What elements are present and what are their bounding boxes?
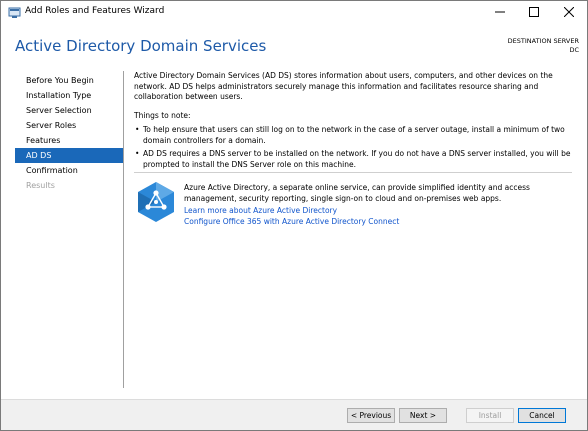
nav-item-confirmation[interactable]: Confirmation: [15, 163, 123, 178]
bullet: •: [135, 125, 140, 134]
azure-text: Azure Active Directory, a separate onlin…: [184, 183, 574, 227]
minimize-button[interactable]: [483, 1, 517, 23]
nav-item-server-selection[interactable]: Server Selection: [15, 103, 123, 118]
next-button[interactable]: Next >: [399, 408, 447, 423]
nav-item-results: Results: [26, 181, 55, 190]
previous-button[interactable]: < Previous: [347, 408, 395, 423]
nav-item-server-roles[interactable]: Server Roles: [15, 118, 123, 133]
nav-item-ad-ds[interactable]: AD DS: [15, 148, 123, 163]
note-text: To help ensure that users can still log …: [143, 125, 565, 145]
note-text: AD DS requires a DNS server to be instal…: [143, 149, 571, 169]
destination-server: DESTINATION SERVER DC: [508, 37, 579, 55]
nav-item-features[interactable]: Features: [15, 133, 123, 148]
notes-list: • To help ensure that users can still log…: [134, 125, 574, 170]
cancel-button[interactable]: Cancel: [518, 408, 566, 423]
maximize-button[interactable]: [517, 1, 551, 23]
install-button: Install: [466, 408, 514, 423]
nav-item-before-you-begin[interactable]: Before You Begin: [15, 73, 123, 88]
azure-active-directory-icon: [138, 182, 174, 222]
note-item: • AD DS requires a DNS server to be insta…: [134, 149, 574, 170]
minimize-icon: [495, 11, 505, 13]
close-icon: [564, 7, 574, 17]
maximize-icon: [529, 7, 539, 17]
intro-text: Active Directory Domain Services (AD DS)…: [134, 71, 553, 101]
azure-ad-panel: Azure Active Directory, a separate onlin…: [137, 181, 577, 231]
title-bar[interactable]: Add Roles and Features Wizard: [1, 1, 587, 25]
nav-divider: [123, 71, 124, 388]
wizard-window: Add Roles and Features Wizard Active Dir…: [0, 0, 588, 431]
page-title: Active Directory Domain Services: [15, 37, 267, 55]
destination-server-name: DC: [569, 46, 579, 54]
note-item: • To help ensure that users can still log…: [134, 125, 574, 146]
configure-office365-link[interactable]: Configure Office 365 with Azure Active D…: [184, 217, 574, 228]
things-to-note-heading: Things to note:: [134, 110, 191, 120]
main-content: Active Directory Domain Services (AD DS)…: [134, 71, 574, 173]
wizard-header: Active Directory Domain Services DESTINA…: [1, 25, 587, 65]
bullet: •: [135, 149, 140, 158]
content-separator: [134, 172, 572, 173]
wizard-nav: Before You Begin Installation Type Serve…: [15, 73, 123, 193]
server-manager-icon: [8, 7, 21, 18]
learn-more-azure-link[interactable]: Learn more about Azure Active Directory: [184, 206, 574, 217]
window-title: Add Roles and Features Wizard: [25, 6, 165, 16]
azure-description: Azure Active Directory, a separate onlin…: [184, 183, 530, 203]
destination-server-label: DESTINATION SERVER: [507, 37, 579, 45]
nav-item-installation-type[interactable]: Installation Type: [15, 88, 123, 103]
close-button[interactable]: [552, 1, 586, 23]
